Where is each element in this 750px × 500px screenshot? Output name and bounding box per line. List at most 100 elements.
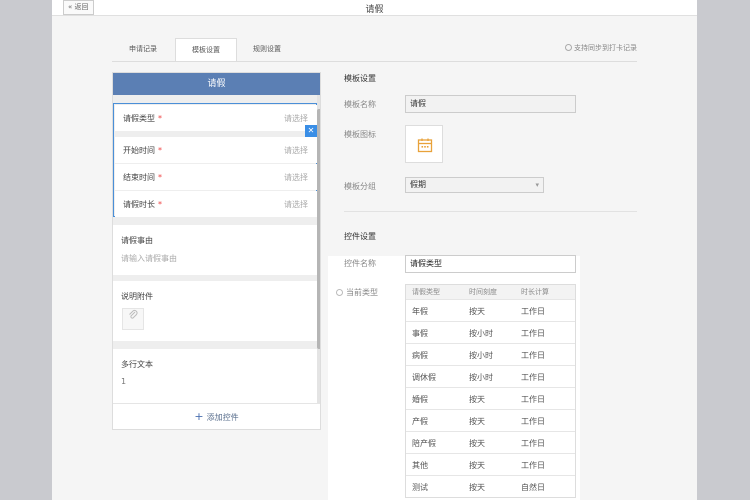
table-cell: 自然日 — [521, 483, 545, 492]
table-cell: 工作日 — [521, 351, 545, 360]
field-leave-duration[interactable]: 请假时长 * 请选择 — [115, 191, 317, 217]
table-cell: 工作日 — [521, 329, 545, 338]
table-row[interactable]: 病假 按小时 工作日 — [406, 343, 575, 365]
template-name-label: 模板名称 — [344, 100, 376, 109]
field-multiline-text[interactable]: 多行文本 1 — [113, 349, 317, 403]
required-mark: * — [158, 200, 162, 209]
current-type-label: 当前类型 — [346, 288, 378, 297]
scrollbar-thumb[interactable] — [317, 109, 320, 349]
table-cell: 婚假 — [412, 395, 428, 404]
table-cell: 测试 — [412, 483, 428, 492]
template-group-label: 模板分组 — [344, 182, 376, 191]
table-row[interactable]: 婚假 按天 工作日 — [406, 387, 575, 409]
title-bar: « 返回 请假 — [52, 0, 697, 16]
table-cell: 按天 — [469, 483, 485, 492]
field-label: 结束时间 * — [123, 173, 162, 182]
table-cell: 年假 — [412, 307, 428, 316]
table-header-row: 请假类型 时间刻度 时长计算 — [406, 285, 575, 299]
table-header-duration-calc: 时长计算 — [521, 288, 549, 296]
table-cell: 按天 — [469, 461, 485, 470]
current-type-radio[interactable] — [336, 289, 343, 296]
plus-icon: + — [194, 410, 204, 423]
table-cell: 按小时 — [469, 351, 493, 360]
template-name-input[interactable]: 请假 — [405, 95, 576, 113]
field-start-time[interactable]: 开始时间 * 请选择 — [115, 137, 317, 163]
table-cell: 其他 — [412, 461, 428, 470]
section-divider — [344, 211, 637, 212]
field-label: 请假事由 — [121, 236, 153, 245]
table-row[interactable]: 年假 按天 工作日 — [406, 299, 575, 321]
table-row[interactable]: 测试 按天 自然日 — [406, 475, 575, 497]
window-title: 请假 — [365, 5, 384, 15]
table-cell: 工作日 — [521, 461, 545, 470]
field-label: 说明附件 — [121, 292, 153, 301]
tab-divider — [112, 61, 637, 62]
template-settings-title: 模板设置 — [344, 74, 376, 83]
field-leave-reason[interactable]: 请假事由 请输入请假事由 — [113, 225, 317, 275]
table-cell: 按小时 — [469, 329, 493, 338]
table-cell: 产假 — [412, 417, 428, 426]
sync-label: 支持同步到打卡记录 — [574, 44, 637, 52]
field-label: 多行文本 — [121, 360, 153, 369]
tab-template-settings[interactable]: 模板设置 — [175, 38, 237, 62]
form-preview-panel: 请假 请假类型 * 请选择 开始时间 * 请选择 结束时间 * 请选择 请假时长 * 请… — [112, 72, 321, 430]
table-row[interactable]: 产假 按天 工作日 — [406, 409, 575, 431]
calendar-icon — [417, 138, 433, 153]
table-row[interactable]: 陪产假 按天 工作日 — [406, 431, 575, 453]
table-cell: 按小时 — [469, 373, 493, 382]
field-placeholder: 请选择 — [284, 173, 308, 182]
dropdown-arrow-icon: ▾ — [535, 181, 539, 189]
field-attachment[interactable]: 说明附件 — [113, 281, 317, 341]
field-label: 请假类型 * — [123, 114, 162, 123]
table-cell: 陪产假 — [412, 439, 436, 448]
paperclip-icon[interactable] — [122, 308, 144, 330]
template-group-value: 假期 — [410, 180, 426, 189]
field-end-time[interactable]: 结束时间 * 请选择 — [115, 164, 317, 190]
current-type-option[interactable]: 当前类型 — [336, 287, 378, 298]
template-group-select[interactable]: 假期 ▾ — [405, 177, 544, 193]
control-name-input[interactable]: 请假类型 — [405, 255, 576, 273]
table-cell: 按天 — [469, 417, 485, 426]
table-body: 年假 按天 工作日 事假 按小时 工作日 病假 按小时 工作日 调休假 按小时 工作日 婚假 按天 工作日产… — [406, 299, 575, 497]
control-name-label: 控件名称 — [344, 259, 376, 268]
table-cell: 病假 — [412, 351, 428, 360]
table-cell: 调休假 — [412, 373, 436, 382]
table-cell: 工作日 — [521, 373, 545, 382]
tab-rule-settings[interactable]: 规则设置 — [238, 38, 296, 62]
add-control-label: 添加控件 — [206, 413, 239, 422]
sync-checkbox[interactable] — [565, 44, 572, 51]
field-placeholder: 请选择 — [284, 146, 308, 155]
field-placeholder: 请输入请假事由 — [121, 254, 177, 263]
table-cell: 按天 — [469, 395, 485, 404]
table-cell: 工作日 — [521, 417, 545, 426]
field-label: 开始时间 * — [123, 146, 162, 155]
form-preview-scroll: 请假类型 * 请选择 开始时间 * 请选择 结束时间 * 请选择 请假时长 * 请选择 … — [113, 95, 320, 403]
table-header-leave-type: 请假类型 — [412, 288, 440, 296]
selected-control-group[interactable]: 请假类型 * 请选择 开始时间 * 请选择 结束时间 * 请选择 请假时长 * 请选择 — [113, 103, 317, 217]
add-control-button[interactable]: + 添加控件 — [113, 403, 320, 429]
required-mark: * — [158, 114, 162, 123]
field-value: 1 — [121, 377, 127, 386]
close-icon[interactable]: ✕ — [305, 125, 317, 137]
scrollbar[interactable] — [317, 95, 320, 403]
table-cell: 按天 — [469, 439, 485, 448]
field-placeholder: 请选择 — [284, 200, 308, 209]
tab-apply-records[interactable]: 申请记录 — [112, 38, 174, 62]
table-row[interactable]: 调休假 按小时 工作日 — [406, 365, 575, 387]
sync-option[interactable]: 支持同步到打卡记录 — [565, 43, 637, 53]
template-icon-picker[interactable] — [405, 125, 443, 163]
required-mark: * — [158, 146, 162, 155]
table-row[interactable]: 其他 按天 工作日 — [406, 453, 575, 475]
field-leave-type[interactable]: 请假类型 * 请选择 — [115, 105, 317, 131]
field-label: 请假时长 * — [123, 200, 162, 209]
table-cell: 工作日 — [521, 307, 545, 316]
table-cell: 按天 — [469, 307, 485, 316]
required-mark: * — [158, 173, 162, 182]
table-row[interactable]: 事假 按小时 工作日 — [406, 321, 575, 343]
form-preview-header: 请假 — [113, 73, 320, 95]
table-header-time-scale: 时间刻度 — [469, 288, 497, 296]
table-cell: 工作日 — [521, 439, 545, 448]
control-settings-title: 控件设置 — [344, 232, 376, 241]
field-placeholder: 请选择 — [284, 114, 308, 123]
table-cell: 事假 — [412, 329, 428, 338]
